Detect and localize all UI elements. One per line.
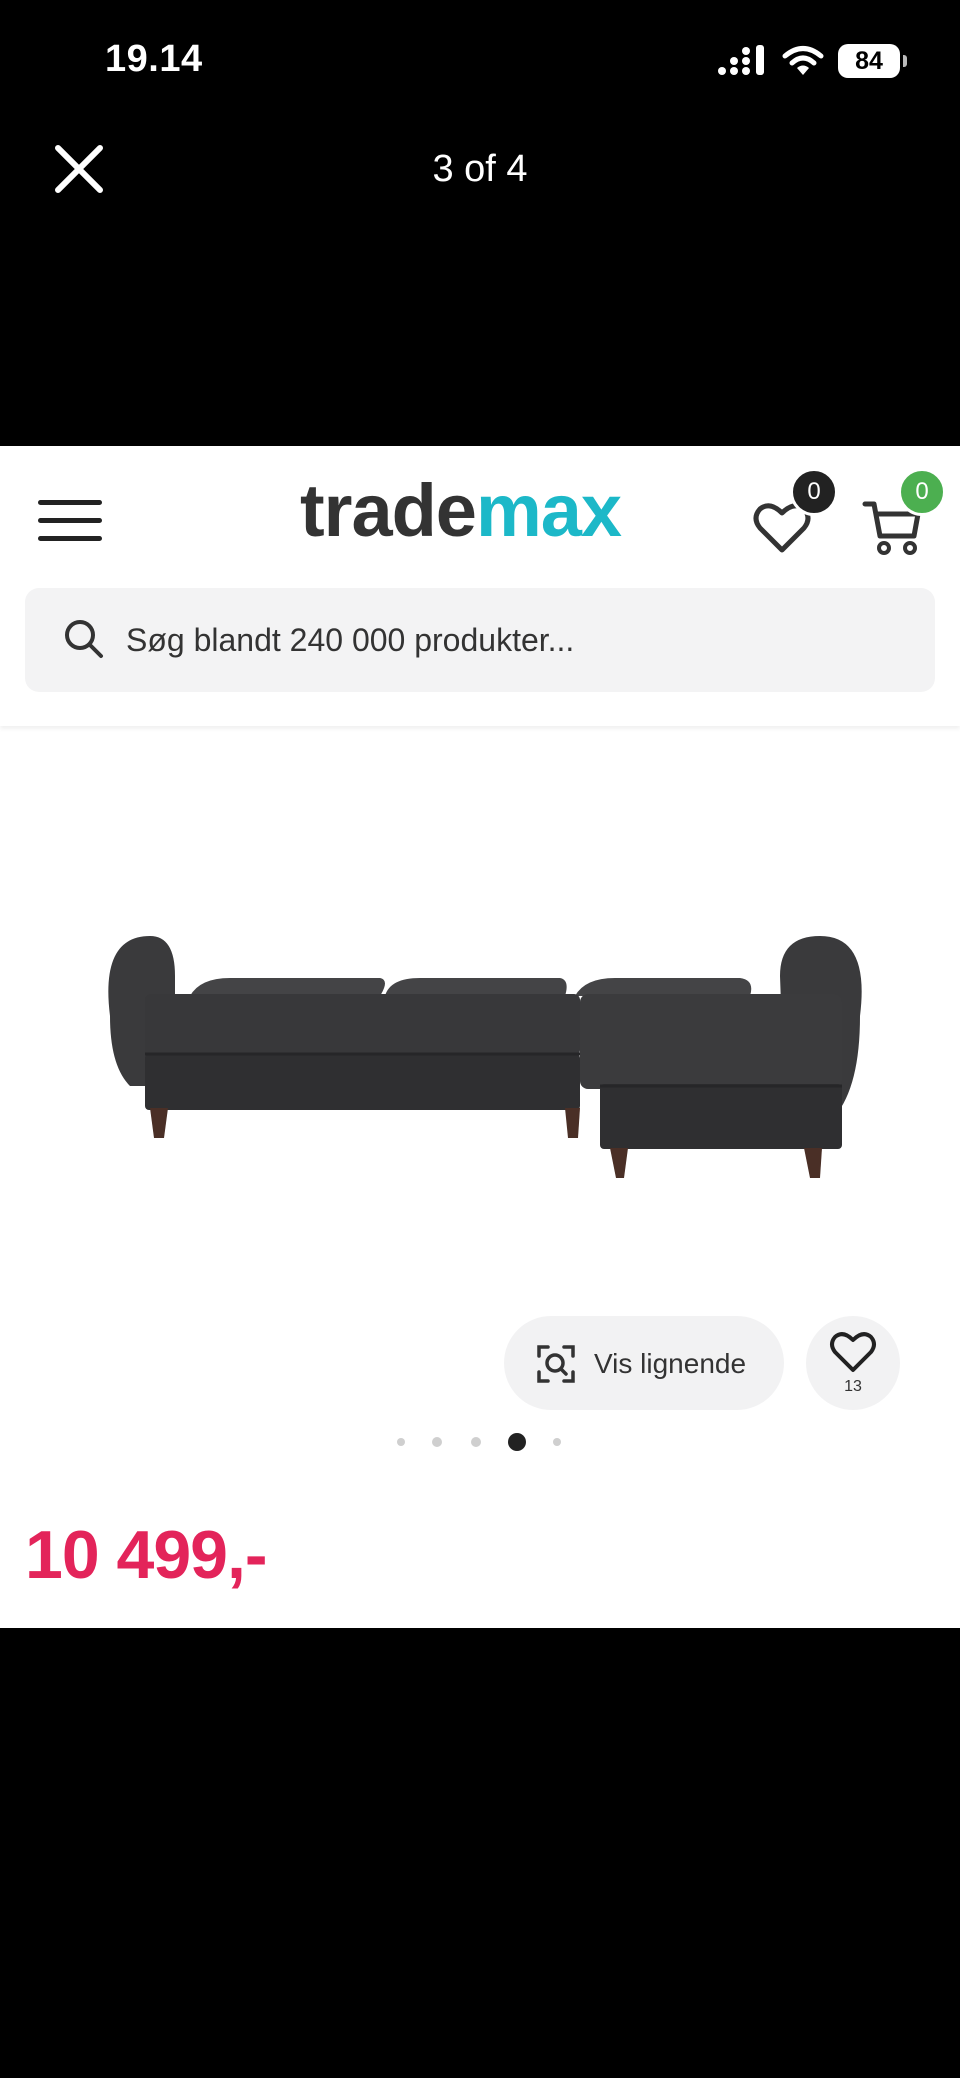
favorites-count: 13: [844, 1378, 862, 1395]
battery-level: 84: [855, 46, 883, 75]
visual-search-icon: [537, 1345, 575, 1383]
menu-icon[interactable]: [38, 500, 102, 550]
carousel-dot[interactable]: [471, 1437, 481, 1447]
status-icons: 84: [716, 44, 907, 78]
cart-button[interactable]: 0: [862, 468, 946, 558]
carousel-dots[interactable]: [390, 1430, 570, 1454]
wifi-icon: [782, 46, 824, 75]
wishlist-count-badge: 0: [790, 468, 838, 516]
logo-trade: trade: [300, 469, 477, 552]
logo-max: max: [475, 469, 622, 552]
product-image-sofa[interactable]: [90, 916, 870, 1216]
status-bar: 19.14 84: [0, 0, 960, 130]
search-icon: [65, 620, 103, 658]
show-similar-label: Vis lignende: [594, 1348, 747, 1379]
carousel-dot[interactable]: [553, 1438, 561, 1446]
favorite-button[interactable]: 13: [806, 1316, 900, 1410]
search-input[interactable]: Søg blandt 240 000 produkter...: [25, 588, 935, 692]
signal-icon: [718, 45, 764, 75]
battery-icon: 84: [838, 44, 907, 78]
carousel-dot-active[interactable]: [508, 1433, 526, 1451]
wishlist-button[interactable]: 0: [752, 468, 838, 558]
status-time: 19.14: [105, 38, 203, 80]
show-similar-button[interactable]: Vis lignende: [504, 1316, 784, 1410]
trademax-logo[interactable]: trademax: [300, 468, 622, 553]
site-header: trademax 0 0 Søg blandt 240 000 produkte…: [0, 446, 960, 726]
viewer-header: 3 of 4: [0, 130, 960, 210]
product-price: 10 499,-: [25, 1517, 268, 1593]
image-counter: 3 of 4: [432, 148, 528, 190]
carousel-dot[interactable]: [397, 1438, 405, 1446]
screenshot-card: trademax 0 0 Søg blandt 240 000 produkte…: [0, 446, 960, 1628]
carousel-dot[interactable]: [432, 1437, 442, 1447]
search-placeholder: Søg blandt 240 000 produkter...: [126, 622, 575, 658]
cart-count-badge: 0: [898, 468, 946, 516]
heart-icon: [830, 1332, 876, 1372]
